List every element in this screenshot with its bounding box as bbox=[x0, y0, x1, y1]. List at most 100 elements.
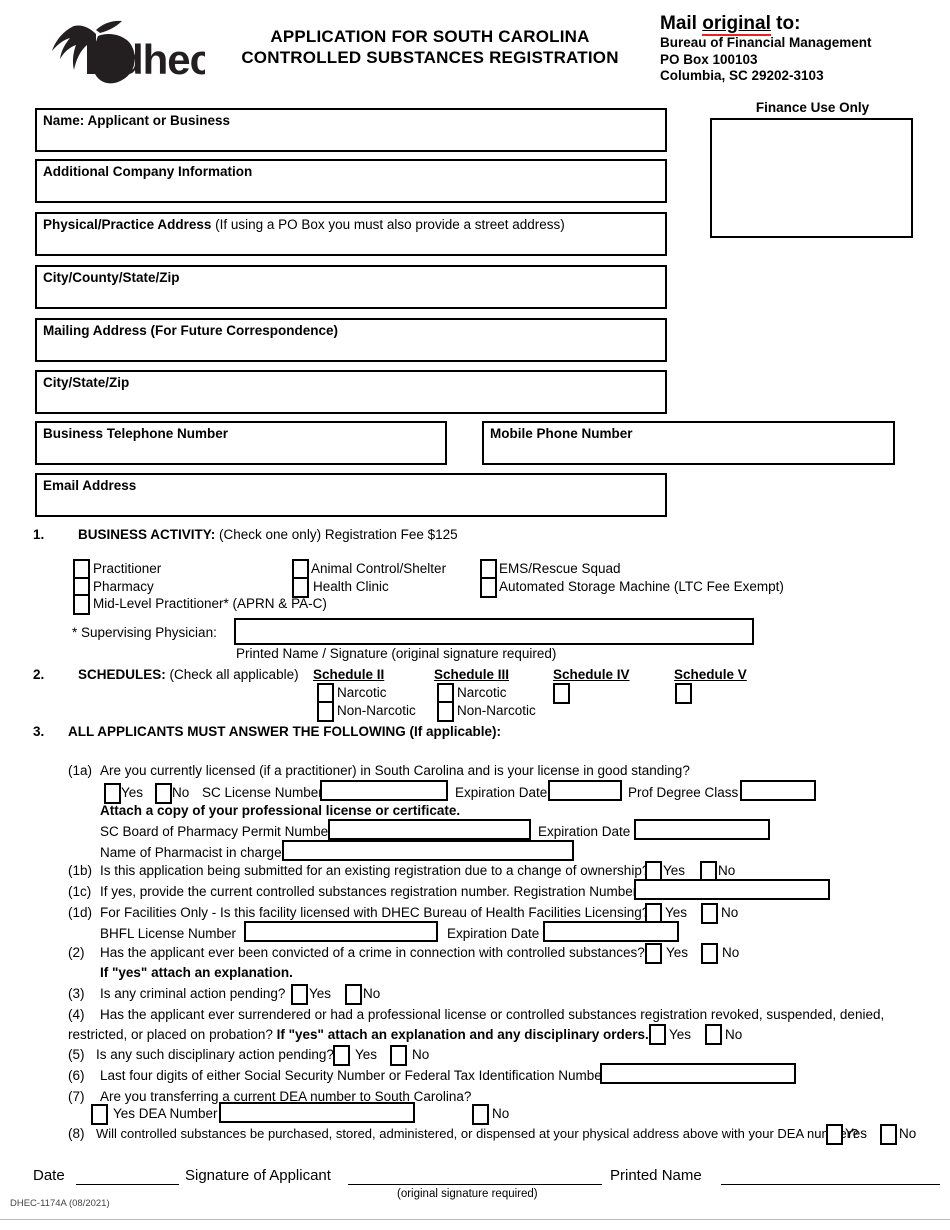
q4-label-yes: Yes bbox=[669, 1027, 692, 1042]
q1a-expiration-input[interactable] bbox=[548, 780, 622, 801]
q5-label-yes: Yes bbox=[355, 1047, 378, 1062]
q1d-tag: (1d) bbox=[68, 905, 93, 920]
q8-label-yes: Yes bbox=[845, 1126, 868, 1141]
q7-checkbox-yes[interactable] bbox=[91, 1104, 108, 1125]
date-signature-line[interactable] bbox=[76, 1184, 179, 1185]
q3-text: Is any criminal action pending? bbox=[100, 986, 286, 1001]
q4-checkbox-yes[interactable] bbox=[649, 1024, 666, 1045]
q5-checkbox-yes[interactable] bbox=[333, 1045, 350, 1066]
q1d-checkbox-no[interactable] bbox=[701, 903, 718, 924]
email-address-field[interactable]: Email Address bbox=[35, 473, 667, 517]
q1a-degree-input[interactable] bbox=[740, 780, 816, 801]
section-2-heading: SCHEDULES: (Check all applicable) bbox=[78, 667, 299, 682]
physical-address-label: Physical/Practice Address (If using a PO… bbox=[43, 217, 565, 232]
q4-label-no: No bbox=[725, 1027, 743, 1042]
q4-line-2-bold: If "yes" attach an explanation and any d… bbox=[276, 1027, 649, 1042]
name-applicant-label: Name: Applicant or Business bbox=[43, 113, 231, 128]
q2-checkbox-yes[interactable] bbox=[645, 943, 662, 964]
mail-prefix: Mail bbox=[660, 13, 703, 34]
q5-checkbox-no[interactable] bbox=[390, 1045, 407, 1066]
q1d-label-yes: Yes bbox=[665, 905, 688, 920]
schedule-2-heading: Schedule II bbox=[313, 667, 385, 682]
business-telephone-field[interactable]: Business Telephone Number bbox=[35, 421, 447, 465]
q5-label-no: No bbox=[412, 1047, 430, 1062]
q1a-sc-license-input[interactable] bbox=[320, 780, 448, 801]
checkbox-automated-storage-machine[interactable] bbox=[480, 577, 497, 598]
label-schedule-3-narcotic: Narcotic bbox=[457, 685, 507, 700]
label-health-clinic: Health Clinic bbox=[313, 579, 389, 594]
q4-tag: (4) bbox=[68, 1007, 85, 1022]
label-ems-rescue-squad: EMS/Rescue Squad bbox=[499, 561, 621, 576]
q6-ssn-tin-input[interactable] bbox=[600, 1063, 796, 1084]
applicant-signature-line[interactable] bbox=[348, 1184, 602, 1185]
q3-checkbox-no[interactable] bbox=[345, 984, 362, 1005]
email-address-label: Email Address bbox=[43, 478, 137, 493]
q3-checkbox-yes[interactable] bbox=[291, 984, 308, 1005]
checkbox-mid-level-practitioner[interactable] bbox=[73, 594, 90, 615]
finance-use-only-box[interactable] bbox=[710, 118, 913, 238]
q1a-checkbox-yes[interactable] bbox=[104, 783, 121, 804]
finance-use-only-label: Finance Use Only bbox=[755, 100, 870, 115]
checkbox-schedule-3-non-narcotic[interactable] bbox=[437, 701, 454, 722]
q1b-tag: (1b) bbox=[68, 863, 93, 878]
title-line-2: CONTROLLED SUBSTANCES REGISTRATION bbox=[241, 48, 619, 67]
q3-label-yes: Yes bbox=[309, 986, 332, 1001]
additional-company-info-field[interactable]: Additional Company Information bbox=[35, 159, 667, 203]
title-line-1: APPLICATION FOR SOUTH CAROLINA bbox=[270, 27, 590, 46]
q1c-registration-number-input[interactable] bbox=[634, 879, 830, 900]
mail-line-2: Columbia, SC 29202-3103 bbox=[660, 68, 824, 83]
additional-company-info-label: Additional Company Information bbox=[43, 164, 253, 179]
date-label: Date bbox=[33, 1167, 65, 1184]
q1b-label-yes: Yes bbox=[663, 863, 686, 878]
q1d-rest-text: - Is this facility licensed with DHEC Bu… bbox=[208, 905, 650, 920]
q1a-attach-note: Attach a copy of your professional licen… bbox=[100, 803, 461, 818]
physical-address-field[interactable]: Physical/Practice Address (If using a PO… bbox=[35, 212, 667, 256]
q5-text: Is any such disciplinary action pending? bbox=[96, 1047, 334, 1062]
q1a-pharmacy-permit-input[interactable] bbox=[328, 819, 531, 840]
label-automated-storage-machine: Automated Storage Machine (LTC Fee Exemp… bbox=[499, 579, 784, 594]
q3-tag: (3) bbox=[68, 986, 85, 1001]
q6-text: Last four digits of either Social Securi… bbox=[100, 1068, 607, 1083]
supervising-physician-input[interactable] bbox=[234, 618, 754, 645]
printed-name-line[interactable] bbox=[721, 1184, 940, 1185]
q1c-tag: (1c) bbox=[68, 884, 92, 899]
q1d-text: For Facilities Only - Is this facility l… bbox=[100, 905, 649, 920]
q1d-bhfl-input[interactable] bbox=[244, 921, 438, 942]
q1c-text: If yes, provide the current controlled s… bbox=[100, 884, 638, 899]
mail-suffix: to: bbox=[770, 13, 801, 34]
q1d-bhfl-exp-input[interactable] bbox=[543, 921, 679, 942]
q1a-pharmacist-label: Name of Pharmacist in charge bbox=[100, 845, 282, 860]
q1a-label-no: No bbox=[172, 785, 190, 800]
section-3-heading: ALL APPLICANTS MUST ANSWER THE FOLLOWING… bbox=[68, 724, 501, 739]
mobile-phone-field[interactable]: Mobile Phone Number bbox=[482, 421, 895, 465]
label-schedule-3-non-narcotic: Non-Narcotic bbox=[457, 703, 536, 718]
q1a-pharmacist-input[interactable] bbox=[282, 840, 574, 861]
checkbox-schedule-4[interactable] bbox=[553, 683, 570, 704]
printed-name-label: Printed Name bbox=[610, 1167, 702, 1184]
q1b-text: Is this application being submitted for … bbox=[100, 863, 650, 878]
city-state-zip-field[interactable]: City/State/Zip bbox=[35, 370, 667, 414]
q7-dea-number-input[interactable] bbox=[219, 1102, 415, 1123]
checkbox-schedule-2-non-narcotic[interactable] bbox=[317, 701, 334, 722]
mailing-address-field[interactable]: Mailing Address (For Future Corresponden… bbox=[35, 318, 667, 362]
dhec-logo: dhec bbox=[30, 18, 214, 90]
label-schedule-2-non-narcotic: Non-Narcotic bbox=[337, 703, 416, 718]
q1a-permit-exp-input[interactable] bbox=[634, 819, 770, 840]
checkbox-schedule-5[interactable] bbox=[675, 683, 692, 704]
q1a-checkbox-no[interactable] bbox=[155, 783, 172, 804]
schedule-5-heading: Schedule V bbox=[674, 667, 747, 682]
signature-caption: (original signature required) bbox=[397, 1188, 538, 1200]
q7-checkbox-no[interactable] bbox=[472, 1104, 489, 1125]
name-applicant-field[interactable]: Name: Applicant or Business bbox=[35, 108, 667, 152]
q8-checkbox-yes[interactable] bbox=[826, 1124, 843, 1145]
q8-label-no: No bbox=[899, 1126, 917, 1141]
q1a-expiration-label: Expiration Date bbox=[455, 785, 548, 800]
city-county-state-zip-field[interactable]: City/County/State/Zip bbox=[35, 265, 667, 309]
q1d-underline-text: For Facilities Only bbox=[100, 905, 209, 920]
q2-checkbox-no[interactable] bbox=[701, 943, 718, 964]
checkbox-health-clinic[interactable] bbox=[292, 577, 309, 598]
q1d-label-no: No bbox=[721, 905, 739, 920]
mail-to-heading: Mail original to: bbox=[660, 13, 940, 36]
q8-checkbox-no[interactable] bbox=[880, 1124, 897, 1145]
q4-checkbox-no[interactable] bbox=[705, 1024, 722, 1045]
